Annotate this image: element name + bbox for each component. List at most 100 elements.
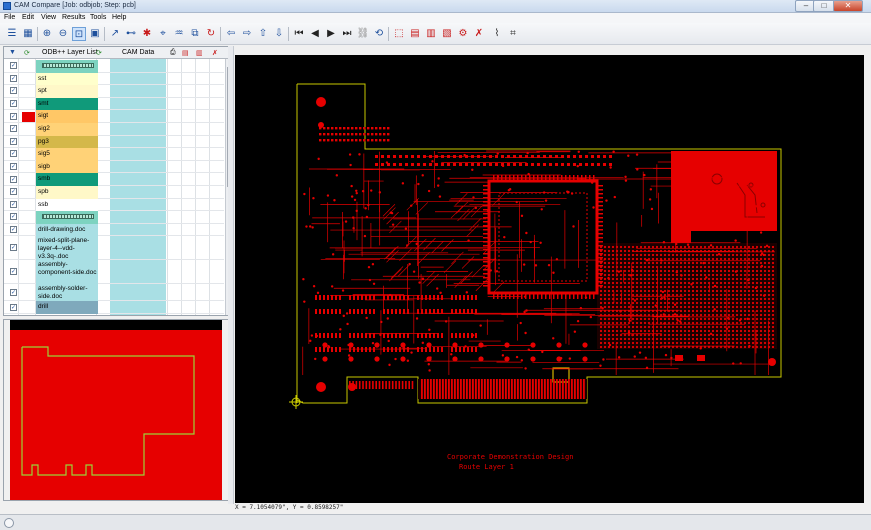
layer-visible-checkbox[interactable]: ✓ bbox=[10, 62, 17, 70]
layer-name[interactable]: sigt bbox=[36, 110, 98, 123]
layer-name[interactable]: drill-drawing.doc bbox=[36, 223, 98, 237]
layer-visible-checkbox[interactable]: ✓ bbox=[10, 175, 17, 183]
layer-visible-checkbox[interactable]: ✓ bbox=[10, 100, 17, 108]
select-icon[interactable]: ♒ bbox=[172, 27, 186, 41]
layer-visible-checkbox[interactable]: ✓ bbox=[10, 87, 17, 95]
layer-name[interactable]: spb bbox=[36, 186, 98, 199]
layer-row[interactable]: ✓ mixed-split-plane-layer-4--vdd-v3.3q-.d… bbox=[4, 236, 224, 261]
layer-visible-checkbox[interactable]: ✓ bbox=[10, 163, 17, 171]
layer-row[interactable]: ✓ smb bbox=[4, 173, 224, 186]
layer-name[interactable]: spt bbox=[36, 85, 98, 98]
menu-edit[interactable]: Edit bbox=[22, 14, 34, 21]
find-icon[interactable]: ⌖ bbox=[156, 27, 170, 41]
menu-file[interactable]: File bbox=[4, 14, 15, 21]
maximize-button[interactable]: □ bbox=[813, 0, 835, 12]
filter-icon[interactable]: ▼ bbox=[9, 49, 16, 56]
refresh-layers-icon[interactable]: ⟳ bbox=[24, 49, 30, 57]
layer-visible-checkbox[interactable]: ✓ bbox=[10, 74, 17, 82]
layer-row[interactable]: ✓ sigt bbox=[4, 110, 224, 123]
layer-export-icon[interactable]: ⎙ bbox=[170, 49, 176, 57]
layer-name[interactable]: assembly-component-side.doc bbox=[36, 260, 98, 285]
layer-visible-checkbox[interactable]: ✓ bbox=[10, 188, 17, 196]
layer-flags-icon[interactable]: ▥ bbox=[196, 49, 203, 57]
layer-name[interactable]: smb bbox=[36, 173, 98, 186]
previous-icon[interactable]: ◀ bbox=[308, 27, 322, 41]
layer-visible-checkbox[interactable]: ✓ bbox=[10, 213, 17, 221]
last-icon[interactable]: ⏭ bbox=[340, 27, 354, 41]
layer-name[interactable]: sst bbox=[36, 72, 98, 86]
pan-right-icon[interactable]: ⇨ bbox=[240, 27, 254, 41]
layer-row[interactable]: ✓ sigb bbox=[4, 160, 224, 174]
pan-up-icon[interactable]: ⇧ bbox=[256, 27, 270, 41]
menu-results[interactable]: Results bbox=[62, 14, 85, 21]
layer-visible-checkbox[interactable]: ✓ bbox=[10, 288, 17, 296]
layer-visible-checkbox[interactable]: ✓ bbox=[10, 112, 17, 120]
layer-name[interactable]: pg3 bbox=[36, 135, 98, 149]
layer-name[interactable]: ssb bbox=[36, 198, 98, 212]
menu-tools[interactable]: Tools bbox=[90, 14, 106, 21]
pan-left-icon[interactable]: ⇦ bbox=[224, 27, 238, 41]
layer-row[interactable]: ✓ assembly-solder-side.doc bbox=[4, 284, 224, 302]
board-overview-panel[interactable] bbox=[3, 319, 229, 501]
layer-visible-checkbox[interactable]: ✓ bbox=[10, 303, 17, 311]
net-icon[interactable]: ⌇ bbox=[490, 27, 504, 41]
layer-row[interactable]: ✓ sig2 bbox=[4, 123, 224, 136]
layer-clear-icon[interactable]: ✗ bbox=[212, 49, 218, 57]
refresh-icon[interactable]: ⟲ bbox=[372, 27, 386, 41]
layer-visible-checkbox[interactable]: ✓ bbox=[10, 268, 17, 276]
layer-name[interactable]: sig5 bbox=[36, 148, 98, 161]
layer-name[interactable]: assembly-solder-side.doc bbox=[36, 284, 98, 302]
splitter[interactable] bbox=[228, 46, 234, 504]
net-compare-icon[interactable]: ⌗ bbox=[506, 27, 520, 41]
active-layer-swatch[interactable] bbox=[22, 111, 35, 122]
layer-group-icon[interactable] bbox=[36, 60, 98, 73]
layer-group-icon[interactable] bbox=[36, 211, 98, 224]
menu-help[interactable]: Help bbox=[112, 14, 126, 21]
pcb-canvas[interactable]: Corporate Demonstration Design Route Lay… bbox=[235, 55, 864, 503]
compare-layers-icon[interactable]: ▤ bbox=[408, 27, 422, 41]
zoom-fit-icon[interactable]: ▣ bbox=[88, 27, 102, 41]
layer-visible-checkbox[interactable]: ✓ bbox=[10, 150, 17, 158]
clear-results-icon[interactable]: ✗ bbox=[472, 27, 486, 41]
layer-row[interactable]: ✓ sig5 bbox=[4, 148, 224, 161]
layer-visible-checkbox[interactable]: ✓ bbox=[10, 200, 17, 208]
link-icon[interactable]: ⛓ bbox=[356, 27, 370, 41]
cross-probe-icon[interactable]: ↗ bbox=[108, 27, 122, 41]
layer-group-header[interactable]: ✓ bbox=[4, 211, 224, 224]
zoom-window-icon[interactable]: ⊡ bbox=[72, 27, 86, 41]
layer-row[interactable]: ✓ spb bbox=[4, 186, 224, 199]
compare-flags-icon[interactable]: ▥ bbox=[424, 27, 438, 41]
tree-view-icon[interactable]: ▦ bbox=[21, 27, 35, 41]
layer-name[interactable]: smt bbox=[36, 97, 98, 111]
layer-row[interactable]: ✓ sst bbox=[4, 72, 224, 86]
highlight-icon[interactable]: ⬚ bbox=[392, 27, 406, 41]
first-icon[interactable]: ⏮ bbox=[292, 27, 306, 41]
layer-name[interactable]: sig2 bbox=[36, 123, 98, 136]
start-orb-icon[interactable] bbox=[4, 518, 14, 528]
layer-visible-checkbox[interactable]: ✓ bbox=[10, 244, 17, 252]
layer-row[interactable]: ✓ assembly-component-side.doc bbox=[4, 260, 224, 285]
layer-row[interactable]: ✓ smt bbox=[4, 97, 224, 111]
pan-down-icon[interactable]: ⇩ bbox=[272, 27, 286, 41]
layer-visible-checkbox[interactable]: ✓ bbox=[10, 137, 17, 145]
layer-row[interactable]: ✓ ssb bbox=[4, 198, 224, 212]
layer-compare-icon[interactable]: ▤ bbox=[182, 49, 189, 57]
zoom-out-icon[interactable]: ⊖ bbox=[56, 27, 70, 41]
compare-settings-icon[interactable]: ⚙ bbox=[456, 27, 470, 41]
layer-visible-checkbox[interactable]: ✓ bbox=[10, 125, 17, 133]
compare-icon[interactable]: ⧉ bbox=[188, 27, 202, 41]
layer-name[interactable]: sigb bbox=[36, 160, 98, 174]
sync-icon[interactable]: ⟳ bbox=[96, 49, 102, 57]
close-button[interactable]: ✕ bbox=[833, 0, 863, 12]
layer-name[interactable]: mixed-split-plane-layer-4--vdd-v3.3q-.do… bbox=[36, 236, 98, 261]
rotate-icon[interactable]: ↻ bbox=[204, 27, 218, 41]
layer-row[interactable]: ✓ drill bbox=[4, 301, 224, 314]
zoom-in-icon[interactable]: ⊕ bbox=[40, 27, 54, 41]
layer-name[interactable]: drill bbox=[36, 301, 98, 314]
cam-data-header[interactable]: CAM Data bbox=[122, 49, 154, 56]
layer-row[interactable]: ✓ spt bbox=[4, 85, 224, 98]
list-view-icon[interactable]: ☰ bbox=[5, 27, 19, 41]
odb-layer-list-header[interactable]: ODB++ Layer List bbox=[42, 49, 98, 56]
layer-row[interactable]: ✓ drill-drawing.doc bbox=[4, 223, 224, 237]
measure-icon[interactable]: ⊷ bbox=[124, 27, 138, 41]
